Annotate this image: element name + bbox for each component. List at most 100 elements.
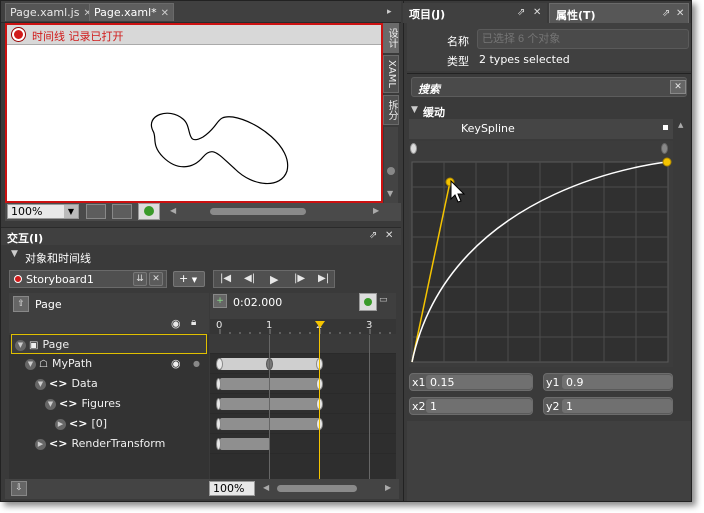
playhead-marker-icon[interactable] [315, 321, 325, 328]
tree-item-rendertransform[interactable]: ▶ <> RenderTransform [11, 434, 207, 454]
previous-frame-icon[interactable]: ◀| [244, 273, 255, 284]
snap-grid-icon[interactable] [112, 204, 132, 219]
path-outline [150, 112, 289, 185]
keyspline-editor[interactable] [409, 157, 673, 367]
tab-xaml[interactable]: XAML [383, 55, 399, 93]
go-to-last-frame-icon[interactable]: ▶| [318, 273, 329, 284]
close-icon[interactable]: ✕ [385, 230, 393, 241]
search-box[interactable]: 搜索 ✕ [411, 77, 687, 97]
range-end-handle[interactable] [661, 143, 668, 154]
tab-page-xaml-js[interactable]: Page.xaml.js ✕ [5, 3, 97, 21]
x2-field[interactable]: x2 1 [409, 397, 533, 415]
next-frame-icon[interactable]: |▶ [294, 273, 305, 284]
storyboard-options-icon[interactable]: ⇊ [133, 272, 147, 286]
pin-icon[interactable]: ⇗ [517, 7, 525, 18]
lock-dot-icon[interactable]: ● [193, 354, 200, 374]
range-start-handle[interactable] [410, 143, 417, 154]
tree-item-page[interactable]: ▼ ▣ Page [11, 334, 207, 354]
artboard[interactable]: 时间线 记录已打开 [5, 23, 383, 203]
scroll-thumb[interactable] [387, 167, 395, 175]
collapse-icon[interactable]: ▼ [15, 339, 26, 351]
tab-page-xaml[interactable]: Page.xaml* ✕ [89, 3, 175, 23]
snapping-icon[interactable] [359, 293, 377, 311]
playhead[interactable] [319, 327, 320, 479]
control-point-2[interactable] [662, 157, 672, 167]
y1-value[interactable]: 0.9 [566, 376, 584, 389]
tab-design[interactable]: 设计 [383, 23, 399, 53]
chevron-down-icon: ▼ [191, 276, 198, 284]
y1-field[interactable]: y1 0.9 [543, 373, 673, 391]
keyframe-span [220, 398, 320, 410]
close-storyboard-icon[interactable]: ✕ [149, 272, 163, 286]
eye-icon[interactable]: ◉ [171, 317, 181, 330]
tab-split[interactable]: 拆分 [383, 95, 399, 125]
snap-dot [364, 298, 372, 306]
panel-scrollbar[interactable]: ▲ [677, 119, 687, 419]
tree-item-mypath[interactable]: ▼ ☖ MyPath ◉ ● [11, 354, 207, 374]
new-storyboard-button[interactable]: + ▼ [173, 271, 205, 287]
collapse-icon[interactable]: ▼ [411, 105, 418, 115]
keyframe[interactable] [216, 378, 221, 390]
pin-icon[interactable]: ⇗ [369, 230, 377, 241]
record-keyframe-icon[interactable]: + [213, 294, 227, 308]
lock-icon[interactable]: 🔒︎ [191, 317, 196, 328]
tab-project[interactable]: 项目(J) ⇗ ✕ [403, 3, 547, 23]
expand-icon[interactable]: ▶ [55, 418, 66, 430]
keyframe[interactable] [216, 398, 221, 410]
scroll-right-icon[interactable]: ▶ [373, 206, 379, 215]
scroll-down-icon[interactable]: ▼ [387, 189, 393, 198]
go-to-first-frame-icon[interactable]: |◀ [220, 273, 231, 284]
chevron-down-icon[interactable]: ▼ [64, 205, 78, 218]
timeline-zoom[interactable]: 100% [209, 481, 255, 496]
scroll-right-icon[interactable]: ▶ [385, 483, 391, 492]
move-down-icon[interactable]: ⇩ [11, 481, 27, 496]
scroll-up-icon[interactable]: ▲ [678, 121, 683, 129]
snap-lines-icon[interactable] [138, 203, 160, 220]
y2-input-bg [562, 399, 672, 413]
close-icon[interactable]: ✕ [676, 8, 684, 19]
keyframe[interactable] [216, 438, 221, 450]
expand-icon[interactable]: ▶ [35, 438, 46, 450]
collapse-icon[interactable]: ▼ [45, 398, 56, 410]
timeline-scroll-thumb[interactable] [277, 485, 357, 492]
tree-item-figures[interactable]: ▼ <> Figures [11, 394, 207, 414]
x1-field[interactable]: x1 0.15 [409, 373, 533, 391]
x1-value[interactable]: 0.15 [430, 376, 455, 389]
close-icon[interactable]: ✕ [161, 5, 169, 23]
horizontal-scroll-thumb[interactable] [210, 208, 306, 215]
eye-icon[interactable]: ◉ [171, 354, 181, 374]
scope-up-icon[interactable]: ⇧ [13, 296, 29, 312]
y2-field[interactable]: y2 1 [543, 397, 673, 415]
collapse-icon[interactable]: ▼ [25, 358, 36, 370]
artboard-vertical-scrollbar[interactable]: ▼ [384, 127, 398, 203]
close-icon[interactable]: ✕ [533, 7, 541, 18]
scroll-left-icon[interactable]: ◀ [170, 206, 176, 215]
interaction-footer: ⇩ 100% ◀ ▶ [5, 479, 399, 499]
record-icon[interactable] [12, 28, 25, 41]
tab-overflow-icon[interactable]: ▸ [387, 7, 392, 17]
keyframe[interactable] [216, 358, 223, 370]
name-input[interactable] [477, 29, 689, 49]
section-title: 缓动 [423, 106, 445, 119]
y2-value[interactable]: 1 [566, 400, 573, 413]
scroll-left-icon[interactable]: ◀ [263, 483, 269, 492]
advanced-options-icon[interactable] [663, 125, 668, 130]
tab-properties[interactable]: 属性(T) ⇗ ✕ [549, 3, 689, 23]
path-shape[interactable] [7, 45, 381, 201]
collapse-icon[interactable]: ▼ [35, 378, 46, 390]
ruler-icon[interactable]: ▭ [379, 295, 388, 305]
grid-toggle-icon[interactable] [86, 204, 106, 219]
play-icon[interactable]: ▶ [270, 273, 278, 286]
x2-value[interactable]: 1 [430, 400, 437, 413]
zoom-combobox[interactable]: 100% ▼ [7, 204, 79, 219]
tree-item-0[interactable]: ▶ <> [0] [11, 414, 207, 434]
pin-icon[interactable]: ⇗ [662, 8, 670, 19]
collapse-icon[interactable]: ▼ [11, 249, 18, 259]
path-icon: ☖ [39, 359, 48, 370]
type-value: 2 types selected [479, 53, 570, 66]
time-ruler[interactable]: 0 1 2 3 [210, 319, 396, 335]
tree-item-data[interactable]: ▼ <> Data [11, 374, 207, 394]
keyframe[interactable] [216, 418, 221, 430]
clear-search-icon[interactable]: ✕ [670, 80, 686, 94]
zoom-value: 100% [11, 205, 43, 218]
